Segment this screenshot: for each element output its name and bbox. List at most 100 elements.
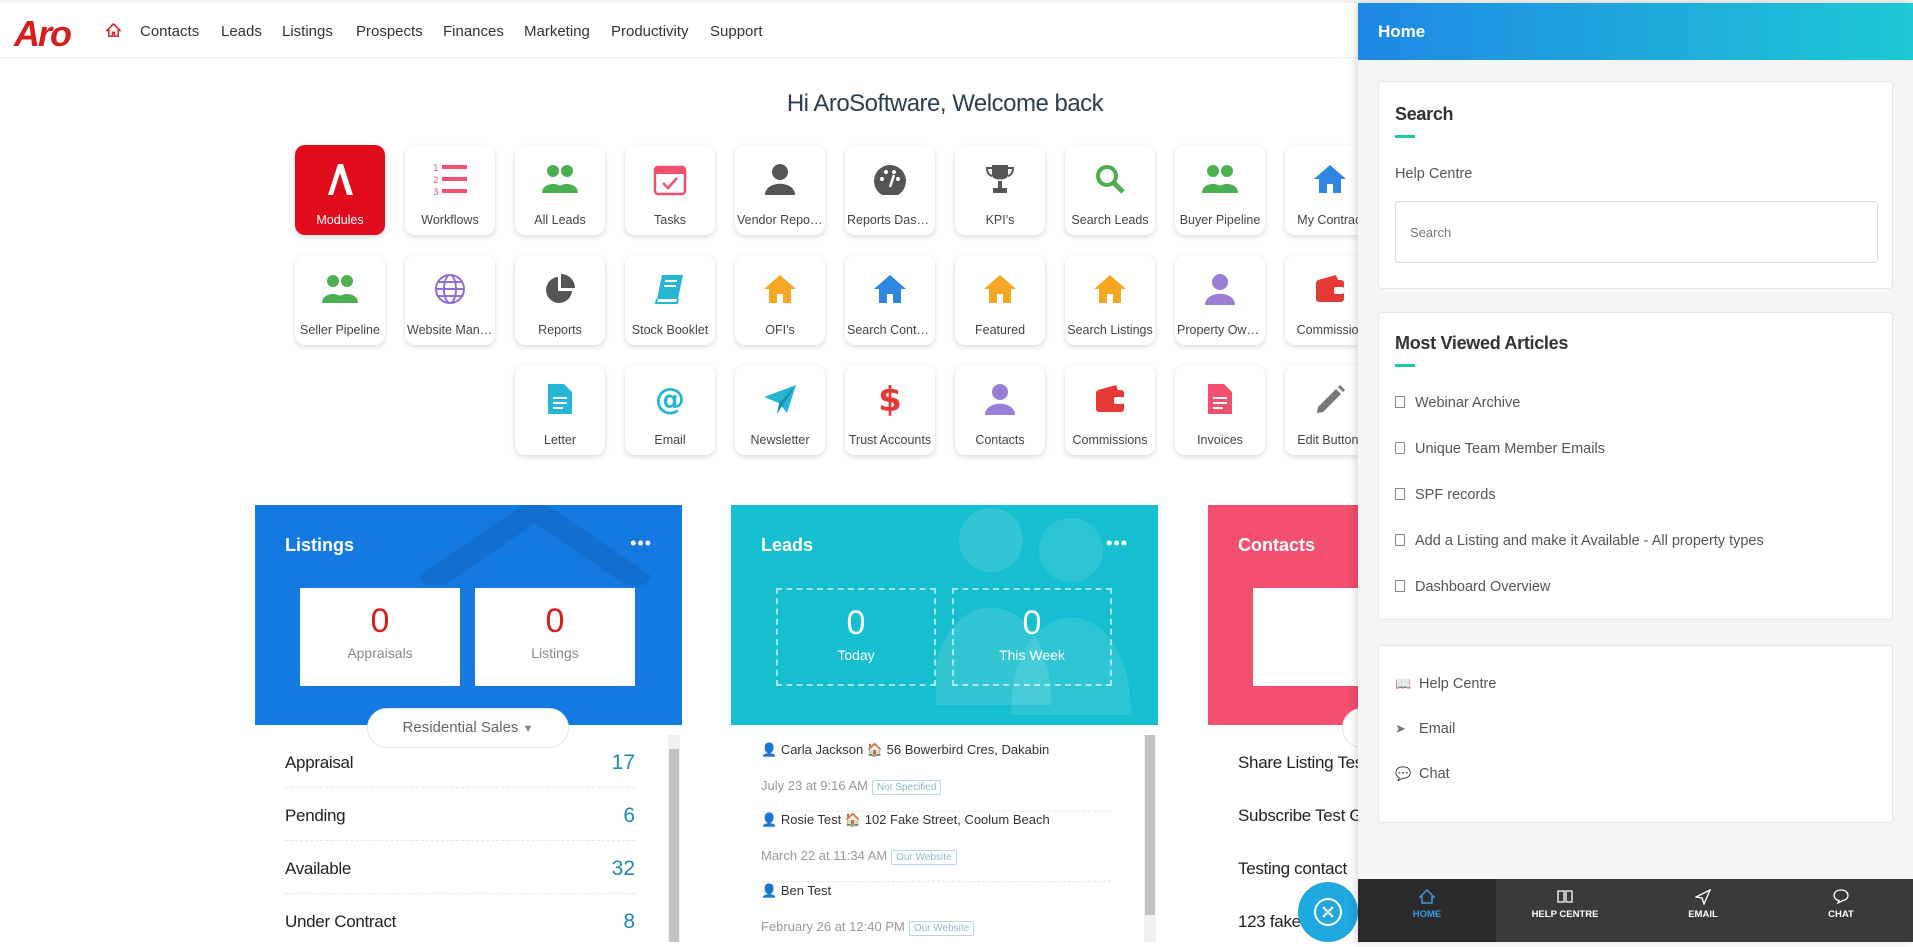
article-link[interactable]: Add a Listing and make it Available - Al… — [1395, 533, 1764, 549]
dollar-icon: $ — [845, 379, 935, 419]
listings-card-title: Listings — [285, 535, 355, 555]
tile-reports-dashboard[interactable]: Reports Dashb... — [845, 145, 935, 235]
tile-newsletter[interactable]: Newsletter — [735, 365, 825, 455]
tile-seller-pipeline[interactable]: Seller Pipeline — [295, 255, 385, 345]
link-label: Email — [1419, 721, 1456, 737]
tile-invoices[interactable]: Invoices — [1175, 365, 1265, 455]
lead-name: Ben Test — [780, 883, 832, 898]
tile-reports[interactable]: Reports — [515, 255, 605, 345]
chat-link[interactable]: 💬 Chat — [1395, 766, 1450, 782]
tile-search-leads[interactable]: Search Leads — [1065, 145, 1155, 235]
tile-workflows[interactable]: 1 2 3 Workflows — [405, 145, 495, 235]
listing-row[interactable]: Available 32 — [285, 841, 635, 894]
tile-edit-buttons[interactable]: Edit Buttons — [1285, 365, 1358, 455]
tile-all-leads[interactable]: All Leads — [515, 145, 605, 235]
lead-source-tag: Our Website — [908, 921, 975, 936]
tile-search-listings[interactable]: Search Listings — [1065, 255, 1155, 345]
tile-property-owners[interactable]: Property Owne... — [1175, 255, 1265, 345]
listing-row[interactable]: Pending 6 — [285, 788, 635, 841]
lead-item[interactable]: 👤 Ben Test February 26 at 12:40 PM Our We… — [761, 883, 1111, 936]
tile-label: Website Mana... — [407, 323, 493, 337]
row-value: 8 — [623, 910, 635, 933]
more-options-icon[interactable]: ••• — [630, 533, 652, 554]
contacts-card-header: Contacts — [1208, 505, 1358, 725]
bottom-nav-help-centre[interactable]: HELP CENTRE — [1496, 879, 1634, 942]
tile-stock-booklet[interactable]: Stock Booklet — [625, 255, 715, 345]
bottom-nav-email[interactable]: EMAIL — [1634, 879, 1772, 942]
this-week-stat[interactable]: 0 This Week — [952, 588, 1112, 686]
tile-search-contracts[interactable]: Search Contra... — [845, 255, 935, 345]
tile-commissions[interactable]: Commissions — [1065, 365, 1155, 455]
nav-listings[interactable]: Listings — [282, 23, 333, 40]
today-stat[interactable]: 0 Today — [776, 588, 936, 686]
contacts-stat[interactable] — [1253, 588, 1358, 686]
tile-letter[interactable]: Letter — [515, 365, 605, 455]
home-icon[interactable] — [105, 22, 122, 41]
nav-support[interactable]: Support — [710, 23, 763, 40]
week-label: This Week — [999, 647, 1065, 663]
link-label: Chat — [1419, 766, 1450, 782]
lead-item[interactable]: 👤 Rosie Test 🏠 102 Fake Street, Coolum B… — [761, 812, 1111, 882]
close-help-widget-button[interactable] — [1298, 882, 1358, 942]
row-value: 6 — [623, 804, 635, 827]
nav-finances[interactable]: Finances — [443, 23, 504, 40]
nav-productivity[interactable]: Productivity — [611, 23, 689, 40]
house-watermark-icon — [418, 505, 652, 585]
nav-leads[interactable]: Leads — [221, 23, 262, 40]
listings-scrollbar[interactable] — [668, 735, 680, 942]
tile-ofis[interactable]: OFI's — [735, 255, 825, 345]
user-icon — [1175, 269, 1265, 309]
appraisals-stat[interactable]: 0 Appraisals — [300, 588, 460, 686]
tile-my-contracts[interactable]: My Contract — [1285, 145, 1358, 235]
row-value: 32 — [611, 857, 635, 880]
scrollbar-thumb[interactable] — [669, 749, 679, 942]
user-icon — [955, 379, 1045, 419]
bottom-nav-chat[interactable]: CHAT — [1772, 879, 1910, 942]
bottom-nav-home[interactable]: HOME — [1358, 879, 1496, 942]
help-search-input[interactable] — [1395, 201, 1878, 263]
document-icon — [1395, 396, 1405, 408]
tile-trust-accounts[interactable]: $ Trust Accounts — [845, 365, 935, 455]
row-value: 17 — [611, 751, 635, 774]
contact-row[interactable]: Subscribe Test G — [1238, 788, 1358, 841]
tile-buyer-pipeline[interactable]: Buyer Pipeline — [1175, 145, 1265, 235]
tile-featured[interactable]: Featured — [955, 255, 1045, 345]
article-link[interactable]: SPF records — [1395, 487, 1496, 503]
more-options-icon[interactable]: ••• — [1106, 533, 1128, 554]
tile-vendor-reports[interactable]: Vendor Reports — [735, 145, 825, 235]
tile-website-manager[interactable]: Website Mana... — [405, 255, 495, 345]
email-link[interactable]: ➤ Email — [1395, 721, 1455, 737]
tile-contacts[interactable]: Contacts — [955, 365, 1045, 455]
residential-sales-filter[interactable]: Residential Sales ▼ — [367, 708, 569, 748]
bottom-nav-label: HELP CENTRE — [1531, 909, 1599, 920]
aro-logo[interactable]: Aro — [14, 13, 72, 55]
scrollbar-thumb[interactable] — [1145, 735, 1155, 915]
help-centre-link[interactable]: 📖 Help Centre — [1395, 676, 1496, 692]
nav-contacts[interactable]: Contacts — [140, 23, 199, 40]
dashboard-gauge-icon — [845, 159, 935, 199]
listings-stat[interactable]: 0 Listings — [475, 588, 635, 686]
recent-leads-list: 👤 Carla Jackson 🏠 56 Bowerbird Cres, Dak… — [731, 725, 1158, 942]
article-link[interactable]: Unique Team Member Emails — [1395, 441, 1605, 457]
contact-row[interactable]: Share Listing Tes — [1238, 735, 1358, 788]
person-icon: 👤 — [761, 742, 778, 757]
tile-email[interactable]: @ Email — [625, 365, 715, 455]
leads-scrollbar[interactable] — [1144, 735, 1156, 942]
row-label: Pending — [285, 806, 346, 825]
filter-icon: ▼ — [522, 723, 534, 735]
tile-commission[interactable]: Commission — [1285, 255, 1358, 345]
at-sign-icon: @ — [625, 379, 715, 419]
tile-label: Seller Pipeline — [300, 323, 380, 337]
appraisals-label: Appraisals — [347, 645, 413, 661]
tile-kpis[interactable]: KPI's — [955, 145, 1045, 235]
article-link[interactable]: Dashboard Overview — [1395, 579, 1550, 595]
tile-modules[interactable]: Modules — [295, 145, 385, 235]
article-title: Webinar Archive — [1415, 395, 1521, 411]
nav-prospects[interactable]: Prospects — [356, 23, 423, 40]
listing-row[interactable]: Under Contract 8 — [285, 894, 635, 947]
lead-item[interactable]: 👤 Carla Jackson 🏠 56 Bowerbird Cres, Dak… — [761, 742, 1111, 812]
article-link[interactable]: Webinar Archive — [1395, 395, 1520, 411]
nav-marketing[interactable]: Marketing — [524, 23, 590, 40]
tile-tasks[interactable]: Tasks — [625, 145, 715, 235]
tile-label: Reports — [538, 323, 582, 337]
